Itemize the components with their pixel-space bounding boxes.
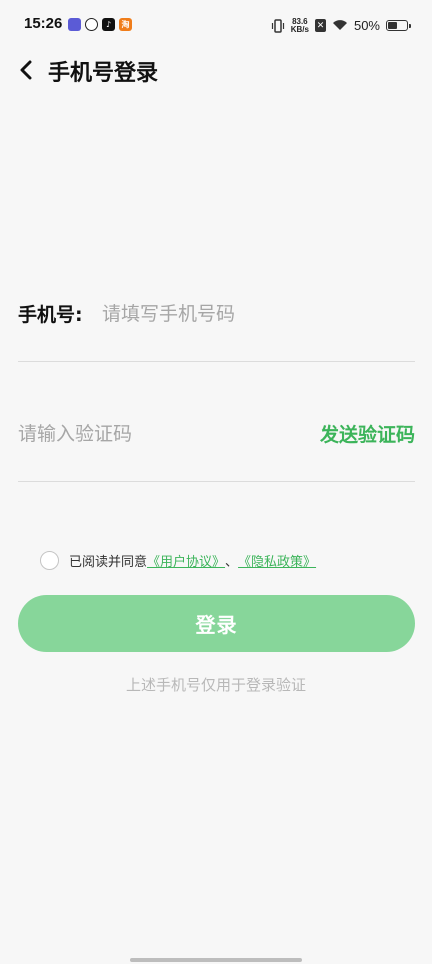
- send-code-button[interactable]: 发送验证码: [320, 420, 415, 447]
- net-speed: 83.6 KB/s: [290, 17, 309, 34]
- agree-checkbox[interactable]: [40, 550, 59, 570]
- agreement-separator: 、: [225, 554, 239, 570]
- x-app-icon: ✕: [314, 19, 326, 32]
- phone-row: 手机号:: [18, 290, 415, 362]
- header: 手机号登录: [0, 50, 432, 90]
- agreement-prefix: 已阅读并同意: [69, 554, 148, 570]
- tiktok-icon: ♪: [102, 18, 115, 31]
- code-row: 发送验证码: [18, 410, 415, 482]
- battery-fill: [388, 22, 397, 29]
- page-title: 手机号登录: [48, 61, 159, 86]
- agreement-row: 已阅读并同意 《用户协议》 、 《隐私政策》: [40, 550, 316, 570]
- status-time: 15:26: [24, 15, 63, 32]
- app-icon: [68, 18, 81, 31]
- login-hint: 上述手机号仅用于登录验证: [125, 676, 306, 694]
- back-button[interactable]: [12, 56, 40, 84]
- system-icons: 83.6 KB/s ✕ 50%: [271, 16, 411, 35]
- login-button[interactable]: 登录: [18, 595, 415, 652]
- vibrate-icon: [271, 18, 285, 33]
- battery-text: 50%: [353, 18, 380, 33]
- user-agreement-link[interactable]: 《用户协议》: [147, 551, 225, 570]
- net-speed-unit: KB/s: [290, 24, 309, 34]
- home-indicator[interactable]: [130, 958, 302, 962]
- wifi-icon: [332, 16, 348, 35]
- phone-label: 手机号:: [18, 304, 83, 326]
- status-bar: 15:26 ♪ 淘 83.6 KB/s ✕ 50%: [0, 0, 432, 50]
- battery-icon: [386, 20, 411, 31]
- login-screen: 15:26 ♪ 淘 83.6 KB/s ✕ 50% 手机号登录 手机号: 请填写…: [0, 0, 432, 964]
- taobao-icon: 淘: [119, 18, 132, 31]
- chevron-left-icon: [20, 60, 32, 80]
- privacy-policy-link[interactable]: 《隐私政策》: [238, 551, 316, 570]
- verification-code-input[interactable]: [18, 414, 278, 454]
- phone-input[interactable]: [102, 294, 402, 334]
- notification-icons: ♪ 淘: [68, 18, 132, 31]
- link-icon: [85, 18, 98, 31]
